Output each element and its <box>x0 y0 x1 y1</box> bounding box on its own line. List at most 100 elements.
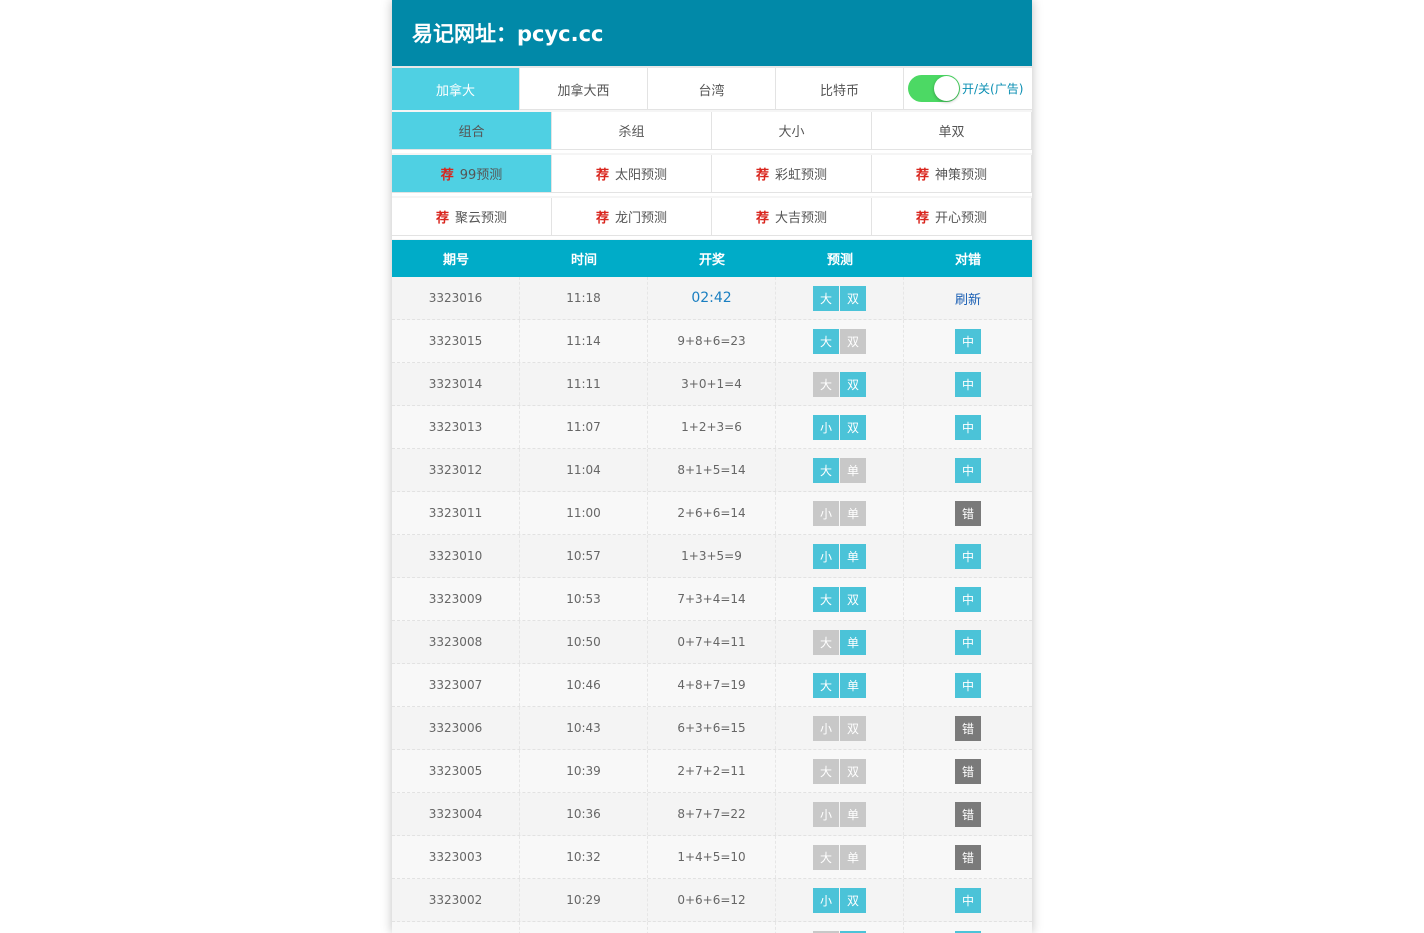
pred-badge: 小 <box>813 801 839 827</box>
app-container: 易记网址：pcyc.cc 加拿大 加拿大西 台湾 比特币 开/关(广告) 组合 … <box>392 0 1032 933</box>
table-header: 期号 时间 开奖 预测 对错 <box>392 240 1032 277</box>
result-badge: 中 <box>955 457 981 483</box>
cell-issue: 3323009 <box>392 578 520 620</box>
predictor-label: 太阳预测 <box>615 168 668 183</box>
predictor-label: 聚云预测 <box>455 211 508 226</box>
pred-badge: 单 <box>840 801 866 827</box>
pred-badge: 双 <box>840 371 866 397</box>
tab-game-2[interactable]: 台湾 <box>648 68 776 110</box>
col-header-prediction: 预测 <box>826 253 853 268</box>
tab-predictor-row1-2[interactable]: 荐彩虹预测 <box>712 155 872 193</box>
pred-badge: 双 <box>840 285 866 311</box>
cell-draw: 2+7+2=11 <box>648 750 776 792</box>
pred-badge: 单 <box>840 672 866 698</box>
cell-time: 10:39 <box>520 750 648 792</box>
cell-time: 11:04 <box>520 449 648 491</box>
table-row: 3323014 11:11 3+0+1=4 大双中 <box>392 363 1032 406</box>
cell-issue: 3323003 <box>392 836 520 878</box>
recommend-mark: 荐 <box>595 211 609 226</box>
cell-result: 中 <box>904 363 1032 405</box>
tab-predictor-row2-2[interactable]: 荐大吉预测 <box>712 198 872 236</box>
cell-time: 10:43 <box>520 707 648 749</box>
tab-game-3[interactable]: 比特币 <box>776 68 904 110</box>
cell-issue <box>392 922 520 933</box>
col-header-draw: 开奖 <box>698 253 725 268</box>
cell-result: 错 <box>904 750 1032 792</box>
pred-badge: 双 <box>840 586 866 612</box>
result-badge: 中 <box>955 414 981 440</box>
pred-badge: 单 <box>840 543 866 569</box>
table-row: 3323012 11:04 8+1+5=14 大单中 <box>392 449 1032 492</box>
cell-time <box>520 922 648 933</box>
result-badge: 中 <box>955 371 981 397</box>
cell-prediction: 小单 <box>776 793 904 835</box>
predictor-label: 99预测 <box>459 168 503 183</box>
col-header-result: 对错 <box>954 253 981 268</box>
pred-badge: 小 <box>813 414 839 440</box>
result-badge: 错 <box>955 844 981 870</box>
cell-result: 错 <box>904 707 1032 749</box>
cell-time: 11:07 <box>520 406 648 448</box>
cell-issue: 3323004 <box>392 793 520 835</box>
tab-predictor-row2-0[interactable]: 荐聚云预测 <box>392 198 552 236</box>
table-row: 3323008 10:50 0+7+4=11 大单中 <box>392 621 1032 664</box>
cell-result: 中 <box>904 406 1032 448</box>
pred-badge: 单 <box>840 457 866 483</box>
pred-badge: 单 <box>840 844 866 870</box>
cell-draw: 1+3+5=9 <box>648 535 776 577</box>
table-row: 3323013 11:07 1+2+3=6 小双中 <box>392 406 1032 449</box>
cell-time: 10:36 <box>520 793 648 835</box>
tab-game-1[interactable]: 加拿大西 <box>520 68 648 110</box>
cell-prediction: 大双 <box>776 363 904 405</box>
pred-badge: 大 <box>813 672 839 698</box>
pred-badge: 大 <box>813 328 839 354</box>
cell-time: 11:00 <box>520 492 648 534</box>
tab-mode-0[interactable]: 组合 <box>392 112 552 150</box>
tab-predictor-row1-3[interactable]: 荐神策预测 <box>872 155 1032 193</box>
pred-badge: 大 <box>813 586 839 612</box>
cell-prediction: 大双 <box>776 578 904 620</box>
result-badge: 中 <box>955 887 981 913</box>
pred-badge: 小 <box>813 715 839 741</box>
cell-time: 11:11 <box>520 363 648 405</box>
result-badge: 错 <box>955 500 981 526</box>
cell-issue: 3323012 <box>392 449 520 491</box>
table-row: 3323006 10:43 6+3+6=15 小双错 <box>392 707 1032 750</box>
pred-badge: 单 <box>840 500 866 526</box>
cell-time: 10:46 <box>520 664 648 706</box>
cell-result: 中 <box>904 621 1032 663</box>
cell-result: 中 <box>904 449 1032 491</box>
tab-game-0[interactable]: 加拿大 <box>392 68 520 110</box>
tab-mode-1[interactable]: 杀组 <box>552 112 712 150</box>
cell-draw: 0+6+6=12 <box>648 879 776 921</box>
result-badge: 中 <box>955 586 981 612</box>
pred-badge: 双 <box>840 328 866 354</box>
table-row: 3323015 11:14 9+8+6=23 大双中 <box>392 320 1032 363</box>
ad-toggle-switch[interactable] <box>908 75 960 102</box>
cell-time: 10:32 <box>520 836 648 878</box>
result-badge: 中 <box>955 629 981 655</box>
pred-badge: 单 <box>840 629 866 655</box>
tab-mode-3[interactable]: 单双 <box>872 112 1032 150</box>
cell-draw: 1+2+3=6 <box>648 406 776 448</box>
cell-result <box>904 922 1032 933</box>
pred-badge: 大 <box>813 457 839 483</box>
result-badge: 错 <box>955 801 981 827</box>
cell-draw: 9+8+6=23 <box>648 320 776 362</box>
cell-draw <box>648 922 776 933</box>
cell-draw: 7+3+4=14 <box>648 578 776 620</box>
tab-mode-2[interactable]: 大小 <box>712 112 872 150</box>
tab-predictor-row1-0[interactable]: 荐 99预测 <box>392 155 552 193</box>
game-tabs: 加拿大 加拿大西 台湾 比特币 开/关(广告) <box>392 68 1032 110</box>
pred-badge: 大 <box>813 629 839 655</box>
refresh-link[interactable]: 刷新 <box>955 289 981 308</box>
tab-predictor-row2-1[interactable]: 荐龙门预测 <box>552 198 712 236</box>
predictor-label: 龙门预测 <box>615 211 668 226</box>
tab-predictor-row2-3[interactable]: 荐开心预测 <box>872 198 1032 236</box>
cell-prediction: 小双 <box>776 406 904 448</box>
cell-result: 错 <box>904 793 1032 835</box>
table-body: 3323016 11:18 02:42 大 双 刷新 3323015 11:14 9… <box>392 277 1032 933</box>
cell-time: 10:57 <box>520 535 648 577</box>
tab-predictor-row1-1[interactable]: 荐太阳预测 <box>552 155 712 193</box>
countdown-timer: 02:42 <box>691 290 732 306</box>
